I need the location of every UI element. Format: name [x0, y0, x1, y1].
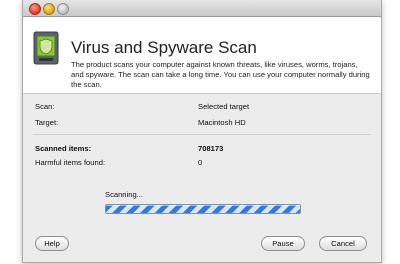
- window-title: Virus and Spyware Scan: [71, 38, 257, 57]
- cancel-button[interactable]: Cancel: [319, 236, 367, 251]
- scan-status-text: Scanning...: [105, 190, 143, 199]
- scan-label: Scan:: [35, 102, 55, 111]
- scan-value: Selected target: [198, 102, 250, 111]
- scanned-items-value: 708173: [198, 144, 224, 153]
- scan-description: The product scans your computer against …: [71, 60, 370, 89]
- close-window-button[interactable]: [29, 3, 41, 15]
- harmful-items-value: 0: [198, 158, 203, 167]
- antivirus-shield-icon: [33, 31, 59, 65]
- zoom-window-button[interactable]: [57, 3, 69, 15]
- scanned-items-label: Scanned items:: [35, 144, 92, 153]
- scan-progress-bar: [105, 204, 301, 214]
- target-value: Macintosh HD: [198, 118, 246, 127]
- separator: [33, 134, 371, 135]
- pause-button[interactable]: Pause: [261, 236, 305, 251]
- minimize-window-button[interactable]: [43, 3, 55, 15]
- help-button[interactable]: Help: [35, 236, 69, 251]
- target-label: Target:: [35, 118, 59, 127]
- scan-window: Virus and Spyware Scan The product scans…: [22, 0, 382, 263]
- title-bar: [23, 0, 381, 17]
- header-panel: Virus and Spyware Scan The product scans…: [23, 17, 381, 94]
- harmful-items-label: Harmful items found:: [35, 158, 106, 167]
